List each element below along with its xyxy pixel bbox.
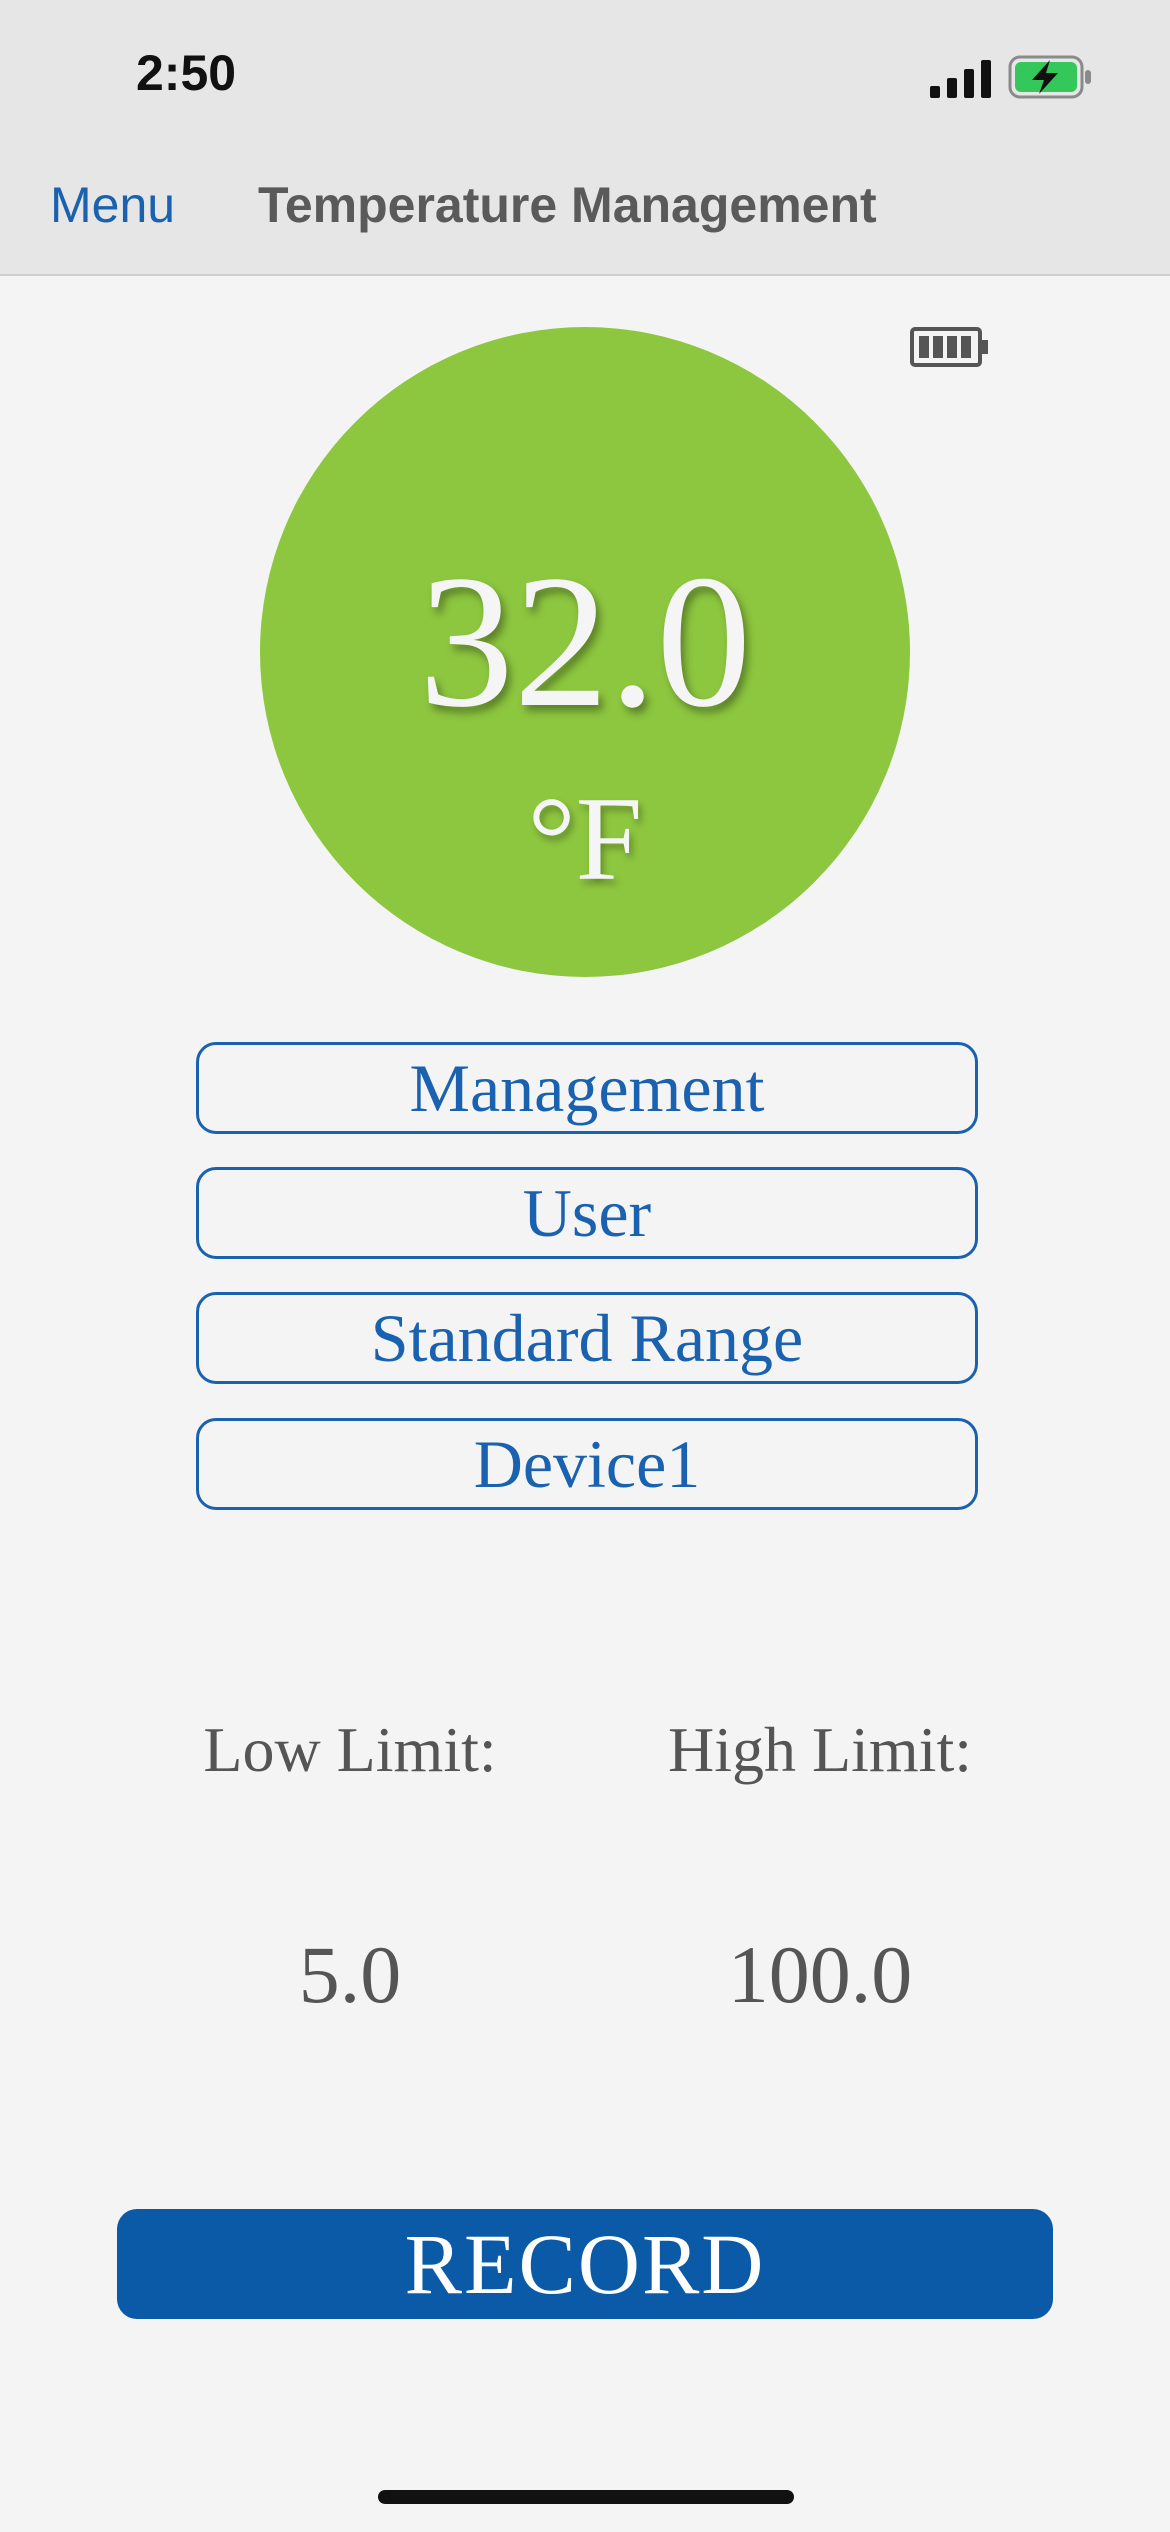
device-button[interactable]: Device1	[196, 1418, 978, 1510]
status-time: 2:50	[136, 45, 237, 101]
temperature-unit: °F	[527, 772, 643, 905]
low-limit-label: Low Limit:	[203, 1714, 497, 1785]
device-battery-icon	[910, 327, 988, 367]
high-limit-label: High Limit:	[668, 1714, 972, 1785]
range-button[interactable]: Standard Range	[196, 1292, 978, 1384]
low-limit-value: 5.0	[298, 1929, 402, 2020]
temperature-value: 32.0	[418, 537, 752, 747]
user-button[interactable]: User	[196, 1167, 978, 1259]
battery-charging-icon	[1008, 55, 1091, 99]
management-button[interactable]: Management	[196, 1042, 978, 1134]
page-title: Temperature Management	[258, 177, 877, 233]
menu-button[interactable]: Menu	[50, 176, 175, 234]
temperature-display: 32.0 °F	[260, 327, 910, 977]
record-button[interactable]: RECORD	[117, 2209, 1053, 2319]
top-bar: 2:50 Menu Temperature Management	[0, 0, 1170, 276]
cellular-signal-icon	[930, 60, 991, 98]
home-indicator	[378, 2490, 794, 2504]
high-limit-value: 100.0	[727, 1929, 913, 2020]
